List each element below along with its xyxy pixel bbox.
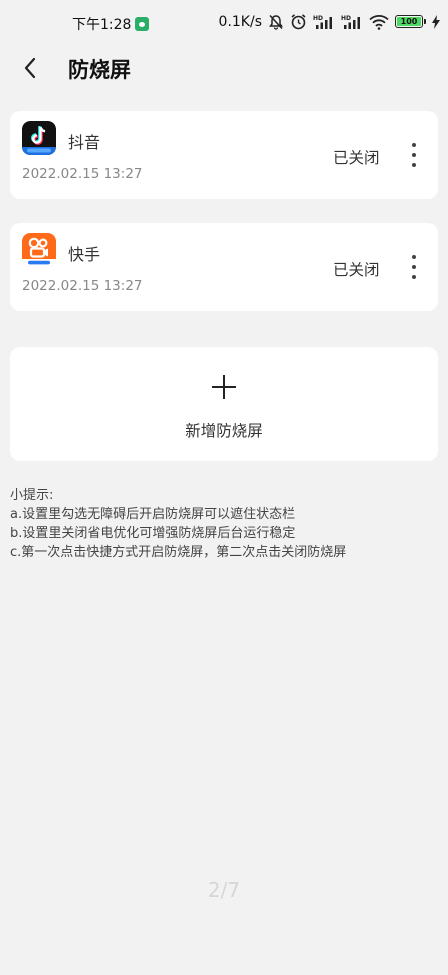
more-options-button[interactable] — [402, 137, 426, 173]
app-name: 快手 — [68, 245, 101, 264]
svg-text:HD: HD — [313, 15, 323, 22]
more-dot-icon — [412, 163, 416, 167]
signal-hd-2-icon: HD — [341, 15, 360, 29]
status-time-group: 下午1:28 — [72, 14, 150, 34]
more-dot-icon — [412, 275, 416, 279]
app-date: 2022.02.15 13:27 — [22, 166, 143, 182]
tip-b: b.设置里关闭省电优化可增强防烧屏后台运行稳定 — [10, 526, 296, 541]
add-label: 新增防烧屏 — [185, 422, 263, 440]
charging-bolt-icon — [432, 14, 440, 29]
page-header: 防烧屏 — [0, 46, 448, 90]
app-card-kuaishou[interactable]: 快手 2022.02.15 13:27 已关闭 — [10, 223, 438, 311]
alarm-clock-icon — [291, 14, 306, 30]
battery-level-text: 100 — [400, 17, 418, 26]
tips-section: 小提示: a.设置里勾选无障碍后开启防烧屏可以遮住状态栏 b.设置里关闭省电优化… — [10, 486, 346, 562]
more-dot-icon — [412, 153, 416, 157]
svg-text:HD: HD — [341, 15, 351, 22]
more-options-button[interactable] — [402, 249, 426, 285]
chevron-left-icon — [24, 57, 36, 79]
signal-hd-1-icon: HD — [313, 15, 332, 29]
tip-a: a.设置里勾选无障碍后开启防烧屏可以遮住状态栏 — [10, 507, 296, 522]
add-anti-burn-button[interactable]: 新增防烧屏 — [10, 347, 438, 461]
app-status: 已关闭 — [333, 149, 380, 167]
app-card-douyin[interactable]: 抖音 2022.02.15 13:27 已关闭 — [10, 111, 438, 199]
wifi-icon — [369, 14, 389, 30]
app-status: 已关闭 — [333, 261, 380, 279]
more-dot-icon — [412, 255, 416, 259]
more-dot-icon — [412, 143, 416, 147]
status-icons: 0.1K/s HD HD 100 — [219, 13, 440, 30]
app-date: 2022.02.15 13:27 — [22, 278, 143, 294]
page-indicator: 2/7 — [207, 878, 241, 902]
status-time: 下午1:28 — [72, 17, 132, 33]
app-name: 抖音 — [68, 133, 101, 152]
mute-bell-icon — [269, 14, 283, 30]
status-bar: 下午1:28 0.1K/s HD HD 100 — [0, 0, 448, 46]
tip-c: c.第一次点击快捷方式开启防烧屏，第二次点击关闭防烧屏 — [10, 545, 347, 560]
kuaishou-app-icon — [22, 233, 56, 267]
battery-icon: 100 — [395, 15, 426, 28]
plus-icon — [212, 375, 236, 399]
wechat-notification-icon — [135, 17, 150, 31]
more-dot-icon — [412, 265, 416, 269]
page-title: 防烧屏 — [68, 58, 131, 82]
network-speed: 0.1K/s — [218, 13, 262, 30]
douyin-app-icon — [22, 121, 56, 155]
tips-title: 小提示: — [10, 488, 54, 503]
back-button[interactable] — [14, 52, 46, 84]
